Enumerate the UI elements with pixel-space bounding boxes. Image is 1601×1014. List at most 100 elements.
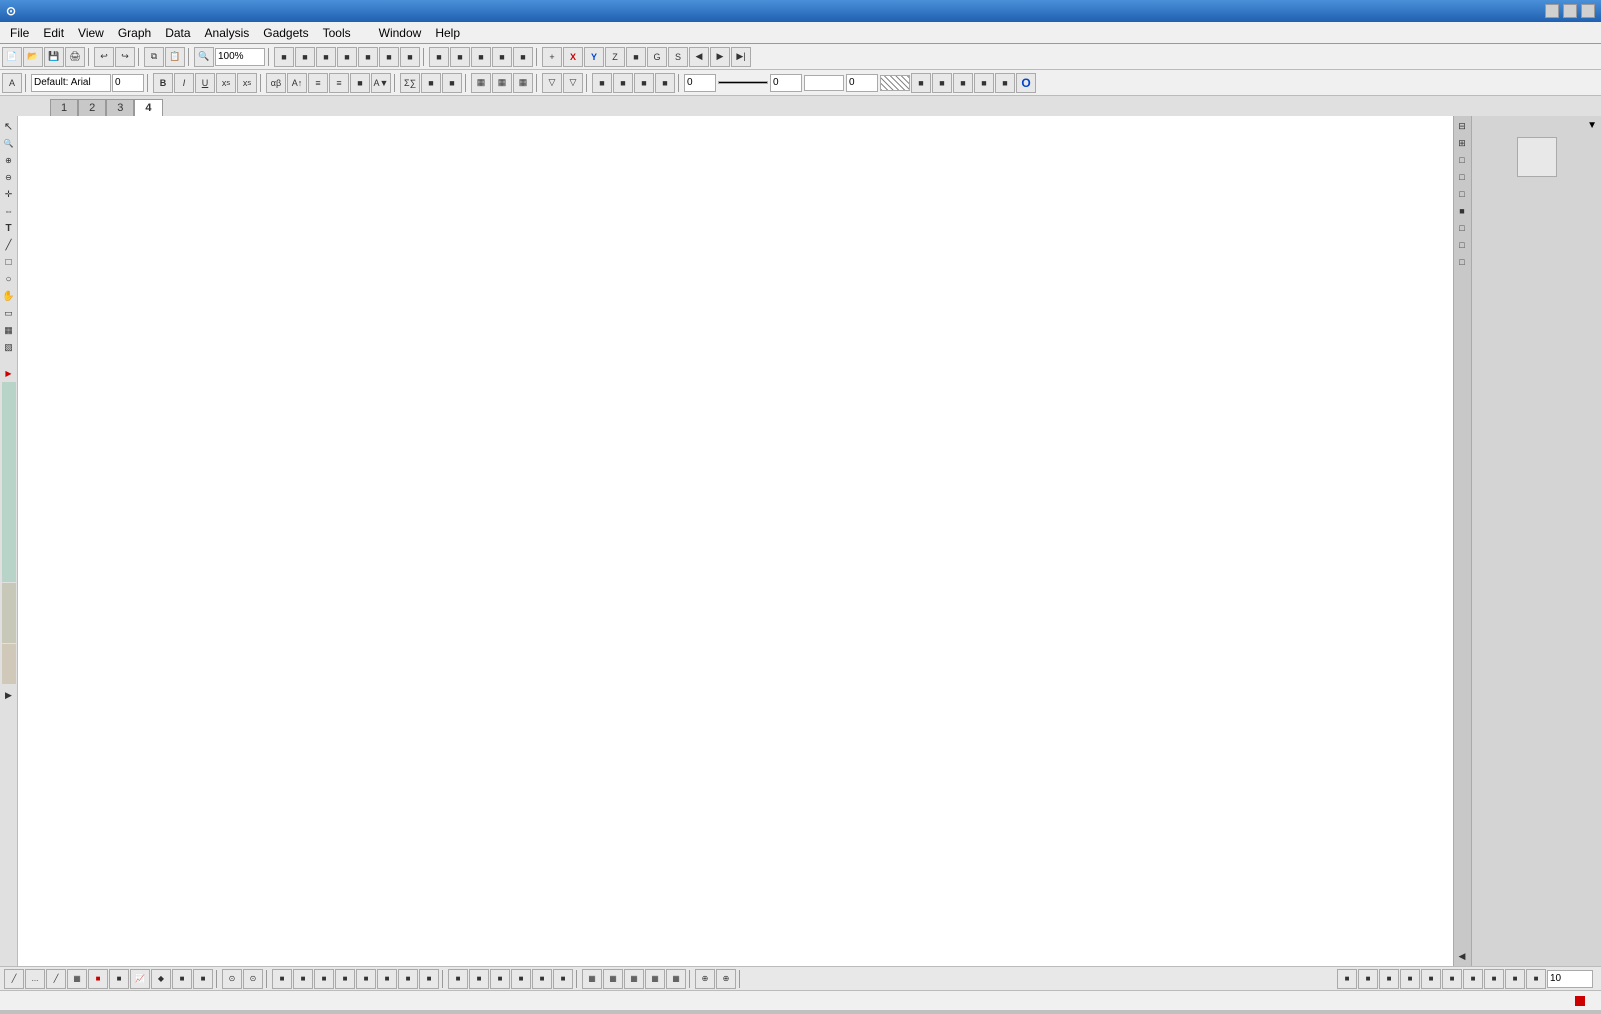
bt-btn22[interactable]: ■ [469,969,489,989]
rp-collapse[interactable]: ◀ [1454,948,1470,964]
bt-btn18[interactable]: ■ [377,969,397,989]
maximize-button[interactable] [1563,4,1577,18]
undo-btn[interactable]: ↩ [94,47,114,67]
misc-tool2[interactable]: ▧ [1,339,17,355]
chart-btn3[interactable]: ▦ [513,73,533,93]
fill-size-input[interactable] [770,74,802,92]
font-size-up-btn[interactable]: A↑ [287,73,307,93]
misc-btn1[interactable]: ■ [274,47,294,67]
close-button[interactable] [1581,4,1595,18]
bt-btn29[interactable]: ▦ [624,969,644,989]
bt-btn2[interactable]: ... [25,969,45,989]
fill-btn4[interactable]: ■ [655,73,675,93]
bt-btn15[interactable]: ■ [314,969,334,989]
chart-btn2[interactable]: ▦ [492,73,512,93]
filter-btn[interactable]: ▽ [542,73,562,93]
bt-misc8[interactable]: ■ [1484,969,1504,989]
bt-btn11[interactable]: ⊙ [222,969,242,989]
bt-btn9[interactable]: ■ [172,969,192,989]
menu-tools[interactable]: Tools [317,24,357,42]
misc-btn13[interactable]: + [542,47,562,67]
log-panel[interactable] [2,644,16,684]
misc-btn7[interactable]: ■ [400,47,420,67]
line-width-input[interactable] [684,74,716,92]
bt-misc10[interactable]: ■ [1526,969,1546,989]
copy-btn[interactable]: ⧉ [144,47,164,67]
bt-btn1[interactable]: ╱ [4,969,24,989]
open-btn[interactable]: 📂 [23,47,43,67]
rect-tool[interactable]: □ [1,254,17,270]
add-apps-button[interactable] [1517,137,1557,177]
scale-tool[interactable]: ⇔ [1,203,17,219]
bold-btn[interactable]: B [153,73,173,93]
misc-tool1[interactable]: ▦ [1,322,17,338]
zoom-in-btn[interactable]: 🔍 [194,47,214,67]
misc-btn8[interactable]: ■ [429,47,449,67]
menu-file[interactable]: File [4,24,35,42]
align-center-btn[interactable]: ≡ [329,73,349,93]
bt-btn28[interactable]: ▦ [603,969,623,989]
sigma-btn[interactable]: Σ∑ [400,73,420,93]
end-btn[interactable]: ▶| [731,47,751,67]
bt-btn26[interactable]: ■ [553,969,573,989]
italic-btn[interactable]: I [174,73,194,93]
misc-btn4[interactable]: ■ [337,47,357,67]
misc-fmt1[interactable]: ■ [421,73,441,93]
misc-btn15[interactable]: G [647,47,667,67]
misc-btn9[interactable]: ■ [450,47,470,67]
arrow-btn[interactable]: A▼ [371,73,391,93]
bt-btn8[interactable]: ◆ [151,969,171,989]
z-btn[interactable]: Z [605,47,625,67]
rp-btn9[interactable]: □ [1454,254,1470,270]
misc-btn12[interactable]: ■ [513,47,533,67]
next-btn[interactable]: ▶ [710,47,730,67]
rp-btn2[interactable]: ⊞ [1454,135,1470,151]
hint-panel[interactable] [2,583,16,643]
bt-num-input[interactable] [1547,970,1593,988]
bt-btn13[interactable]: ■ [272,969,292,989]
bt-misc7[interactable]: ■ [1463,969,1483,989]
misc-fmt2[interactable]: ■ [442,73,462,93]
bt-btn24[interactable]: ■ [511,969,531,989]
menu-help[interactable]: Help [429,24,466,42]
bt-misc9[interactable]: ■ [1505,969,1525,989]
bt-btn6[interactable]: ■ [109,969,129,989]
superscript-btn[interactable]: xs [216,73,236,93]
misc-fmt7[interactable]: ■ [995,73,1015,93]
num-format-btn[interactable]: ■ [350,73,370,93]
menu-edit[interactable]: Edit [37,24,70,42]
filter2-btn[interactable]: ▽ [563,73,583,93]
messages-panel[interactable] [2,382,16,582]
misc-fmt4[interactable]: ■ [932,73,952,93]
new-btn[interactable]: 📄 [2,47,22,67]
bt-btn30[interactable]: ▦ [645,969,665,989]
rp-btn5[interactable]: □ [1454,186,1470,202]
x-btn[interactable]: X [563,47,583,67]
font-name-input[interactable] [31,74,111,92]
bt-btn19[interactable]: ■ [398,969,418,989]
misc-btn14[interactable]: ■ [626,47,646,67]
bt-misc2[interactable]: ■ [1358,969,1378,989]
misc-num-input[interactable] [846,74,878,92]
misc-fmt5[interactable]: ■ [953,73,973,93]
rp-btn4[interactable]: □ [1454,169,1470,185]
redo-btn[interactable]: ↪ [115,47,135,67]
bt-btn3[interactable]: ╱ [46,969,66,989]
misc-btn6[interactable]: ■ [379,47,399,67]
bt-misc4[interactable]: ■ [1400,969,1420,989]
zoom-input[interactable] [215,48,265,66]
region-tool[interactable]: ▭ [1,305,17,321]
menu-format[interactable] [359,31,371,35]
save-btn[interactable]: 💾 [44,47,64,67]
y-btn[interactable]: Y [584,47,604,67]
misc-btn5[interactable]: ■ [358,47,378,67]
tab-1[interactable]: 1 [50,99,78,116]
bt-btn27[interactable]: ▦ [582,969,602,989]
bt-btn17[interactable]: ■ [356,969,376,989]
expand-btn[interactable]: ▶ [1,687,17,703]
apps-dropdown[interactable]: ▼ [1587,120,1597,131]
hand-tool[interactable]: ✋ [1,288,17,304]
bt-btn12[interactable]: ⊙ [243,969,263,989]
misc-fmt6[interactable]: ■ [974,73,994,93]
misc-btn16[interactable]: S [668,47,688,67]
